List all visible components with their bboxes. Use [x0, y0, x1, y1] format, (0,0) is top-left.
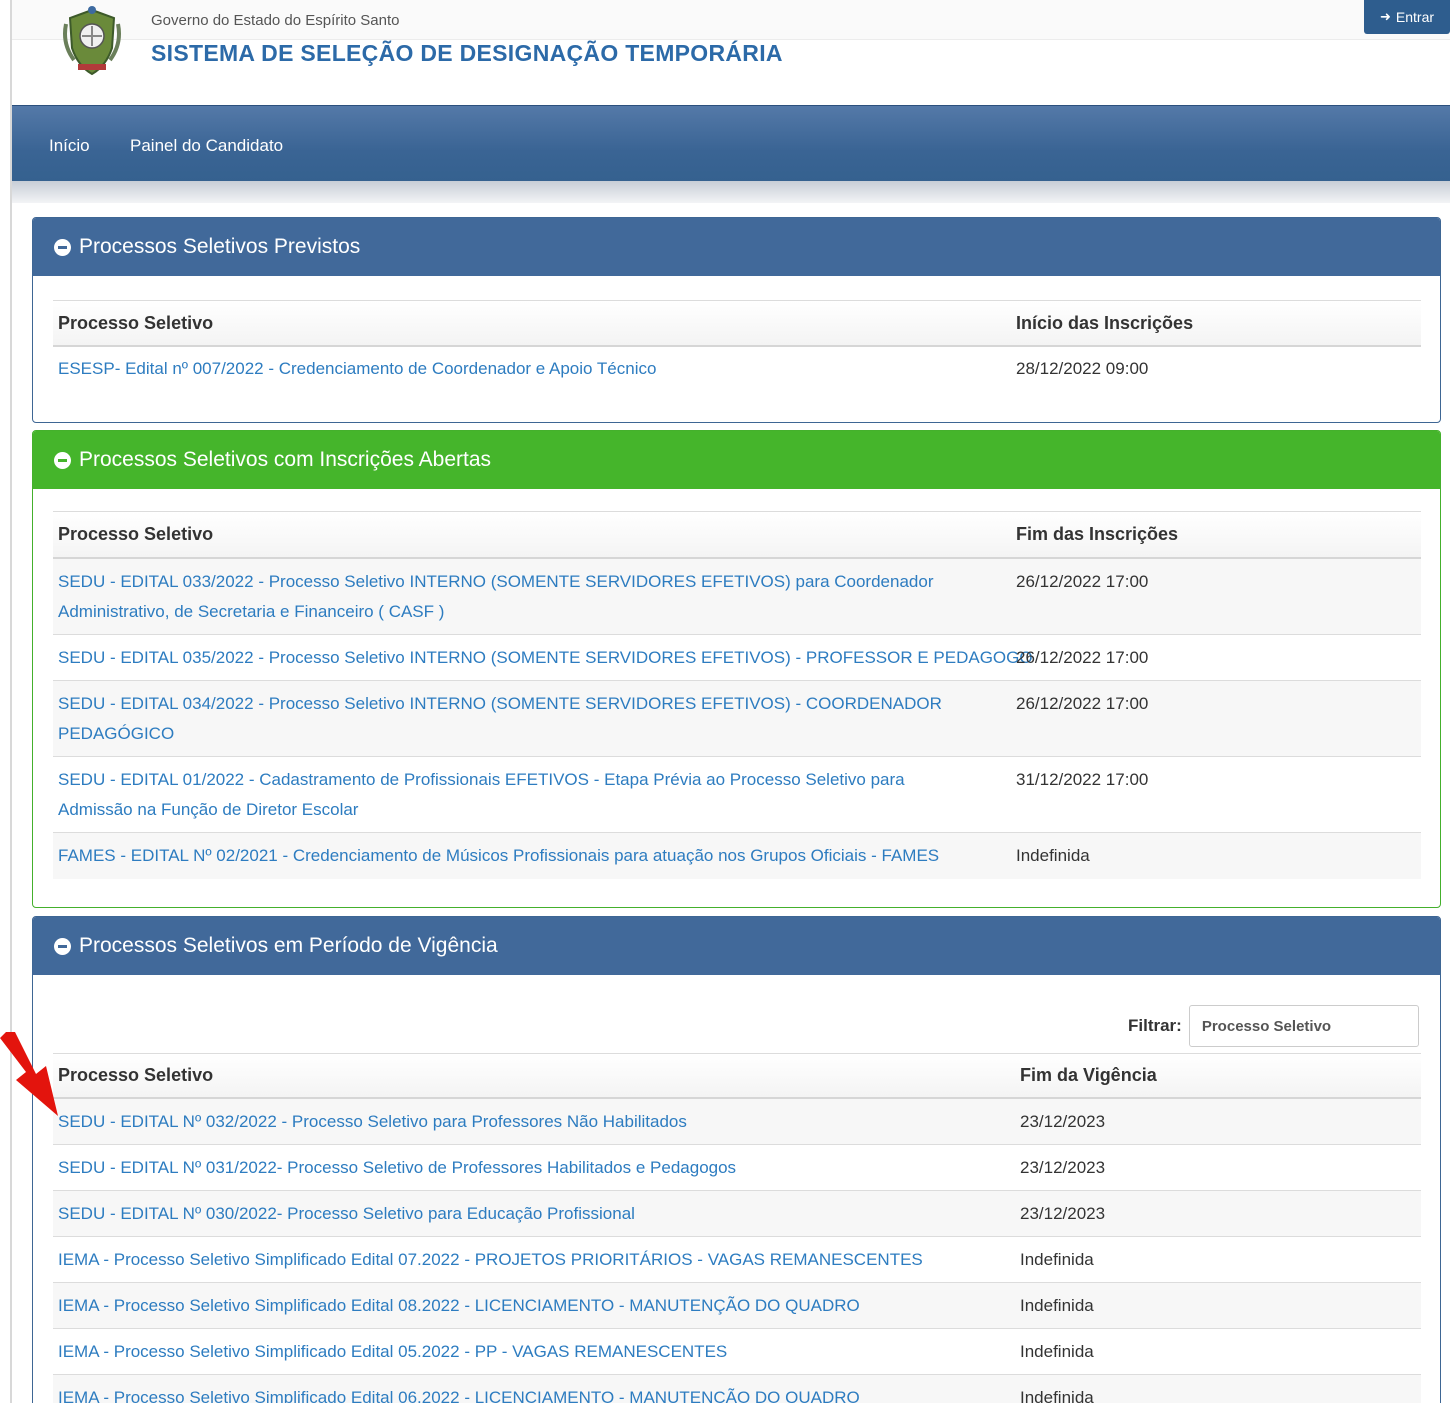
collapse-minus-icon[interactable] — [54, 937, 71, 955]
table-row: SEDU - EDITAL Nº 030/2022- Processo Sele… — [53, 1191, 1421, 1237]
system-title[interactable]: SISTEMA DE SELEÇÃO DE DESIGNAÇÃO TEMPORÁ… — [151, 40, 783, 67]
table-header: Processo Seletivo Fim da Vigência — [53, 1053, 1421, 1099]
table-row: SEDU - EDITAL Nº 032/2022 - Processo Sel… — [53, 1099, 1421, 1145]
red-arrow-annotation — [0, 1032, 58, 1116]
table-row: IEMA - Processo Seletivo Simplificado Ed… — [53, 1283, 1421, 1329]
collapse-minus-icon[interactable] — [54, 238, 71, 256]
abertas-table: Processo Seletivo Fim das Inscrições SED… — [53, 511, 1421, 879]
process-link-line1: SEDU - EDITAL 034/2022 - Processo Seleti… — [58, 694, 942, 713]
process-link-line2: Administrativo, de Secretaria e Financei… — [58, 602, 445, 621]
table-header: Processo Seletivo Fim das Inscrições — [53, 511, 1421, 559]
nav-item-inicio[interactable]: Início — [49, 136, 90, 156]
process-link[interactable]: IEMA - Processo Seletivo Simplificado Ed… — [58, 1388, 860, 1403]
registration-end-date: Indefinida — [1016, 846, 1090, 865]
table-header: Processo Seletivo Início das Inscrições — [53, 300, 1421, 347]
registration-end-date: 26/12/2022 17:00 — [1016, 572, 1149, 591]
panel-previstos-header[interactable]: Processos Seletivos Previstos — [33, 218, 1440, 276]
process-link[interactable]: IEMA - Processo Seletivo Simplificado Ed… — [58, 1296, 860, 1315]
login-icon: ➜ — [1379, 9, 1391, 24]
state-crest-logo[interactable] — [60, 4, 124, 78]
government-label: Governo do Estado do Espírito Santo — [151, 12, 400, 29]
col-header-date[interactable]: Fim da Vigência — [1011, 1065, 1421, 1086]
filter-placeholder: Processo Seletivo — [1201, 1017, 1332, 1035]
validity-end-date: Indefinida — [1020, 1296, 1094, 1315]
process-link-line1: SEDU - EDITAL 01/2022 - Cadastramento de… — [58, 770, 905, 789]
nav-item-painel-candidato[interactable]: Painel do Candidato — [130, 136, 283, 156]
filter-label: Filtrar: — [1128, 1016, 1182, 1035]
table-row: SEDU - EDITAL Nº 031/2022- Processo Sele… — [53, 1145, 1421, 1191]
panel-inscricoes-abertas: Processos Seletivos com Inscrições Abert… — [32, 430, 1441, 908]
process-link[interactable]: IEMA - Processo Seletivo Simplificado Ed… — [58, 1342, 727, 1361]
panel-vigencia-header[interactable]: Processos Seletivos em Período de Vigênc… — [33, 917, 1440, 975]
table-row: IEMA - Processo Seletivo Simplificado Ed… — [53, 1237, 1421, 1283]
table-row: ESESP- Edital nº 007/2022 - Credenciamen… — [53, 347, 1421, 391]
process-link[interactable]: SEDU - EDITAL Nº 030/2022- Processo Sele… — [58, 1204, 635, 1223]
validity-end-date: 23/12/2023 — [1020, 1204, 1106, 1223]
col-header-process[interactable]: Processo Seletivo — [53, 313, 1011, 334]
filter-input[interactable]: Processo Seletivo — [1188, 1005, 1419, 1047]
table-row: FAMES - EDITAL Nº 02/2021 - Credenciamen… — [53, 833, 1421, 879]
left-border — [10, 0, 12, 1403]
validity-end-date: Indefinida — [1020, 1388, 1094, 1403]
process-link[interactable]: SEDU - EDITAL Nº 031/2022- Processo Sele… — [58, 1158, 736, 1177]
col-header-process[interactable]: Processo Seletivo — [53, 524, 1011, 545]
panel-vigencia-title: Processos Seletivos em Período de Vigênc… — [79, 934, 498, 957]
validity-end-date: Indefinida — [1020, 1342, 1094, 1361]
validity-end-date: 23/12/2023 — [1020, 1158, 1106, 1177]
panel-previstos-title: Processos Seletivos Previstos — [79, 235, 361, 258]
table-row: SEDU - EDITAL 034/2022 - Processo Seleti… — [53, 681, 1421, 757]
validity-end-date: Indefinida — [1020, 1250, 1094, 1269]
col-header-process[interactable]: Processo Seletivo — [53, 1065, 1011, 1086]
navbar-shadow — [12, 181, 1450, 203]
login-label: Entrar — [1395, 9, 1435, 25]
login-button[interactable]: ➜ Entrar — [1364, 0, 1450, 34]
col-header-date[interactable]: Início das Inscrições — [1011, 313, 1421, 334]
process-link[interactable]: ESESP- Edital nº 007/2022 - Credenciamen… — [58, 359, 656, 378]
process-link[interactable]: SEDU - EDITAL 01/2022 - Cadastramento de… — [58, 770, 905, 819]
panel-abertas-header[interactable]: Processos Seletivos com Inscrições Abert… — [33, 431, 1440, 489]
process-link[interactable]: SEDU - EDITAL Nº 032/2022 - Processo Sel… — [58, 1112, 687, 1131]
previstos-table: Processo Seletivo Início das Inscrições … — [53, 300, 1421, 391]
col-header-date[interactable]: Fim das Inscrições — [1011, 524, 1421, 545]
table-row: SEDU - EDITAL 035/2022 - Processo Seleti… — [53, 635, 1421, 681]
table-row: SEDU - EDITAL 01/2022 - Cadastramento de… — [53, 757, 1421, 833]
vigencia-table: Processo Seletivo Fim da Vigência SEDU -… — [53, 1053, 1421, 1403]
validity-end-date: 23/12/2023 — [1020, 1112, 1106, 1131]
site-header: Governo do Estado do Espírito Santo SIST… — [12, 0, 1450, 105]
filter-group: Filtrar: Processo Seletivo — [1128, 1005, 1419, 1047]
process-link[interactable]: FAMES - EDITAL Nº 02/2021 - Credenciamen… — [58, 846, 939, 865]
table-row: IEMA - Processo Seletivo Simplificado Ed… — [53, 1375, 1421, 1403]
table-row: IEMA - Processo Seletivo Simplificado Ed… — [53, 1329, 1421, 1375]
registration-end-date: 26/12/2022 17:00 — [1016, 648, 1149, 667]
registration-end-date: 31/12/2022 17:00 — [1016, 770, 1149, 789]
main-navbar: Início Painel do Candidato — [12, 105, 1450, 181]
process-link[interactable]: SEDU - EDITAL 033/2022 - Processo Seleti… — [58, 572, 933, 621]
process-link[interactable]: SEDU - EDITAL 034/2022 - Processo Seleti… — [58, 694, 942, 743]
process-link-line2: Admissão na Função de Diretor Escolar — [58, 800, 359, 819]
panel-abertas-title: Processos Seletivos com Inscrições Abert… — [79, 448, 492, 471]
process-link[interactable]: IEMA - Processo Seletivo Simplificado Ed… — [58, 1250, 923, 1269]
process-link-line1: SEDU - EDITAL 033/2022 - Processo Seleti… — [58, 572, 934, 591]
process-link-line2: PEDAGÓGICO — [58, 724, 175, 743]
process-link[interactable]: SEDU - EDITAL 035/2022 - Processo Seleti… — [58, 648, 1033, 667]
panel-periodo-vigencia: Processos Seletivos em Período de Vigênc… — [32, 916, 1441, 1403]
panel-previstos: Processos Seletivos Previstos Processo S… — [32, 217, 1441, 423]
registration-end-date: 26/12/2022 17:00 — [1016, 694, 1149, 713]
registration-start-date: 28/12/2022 09:00 — [1016, 359, 1149, 378]
table-row: SEDU - EDITAL 033/2022 - Processo Seleti… — [53, 559, 1421, 635]
collapse-minus-icon[interactable] — [54, 451, 71, 469]
